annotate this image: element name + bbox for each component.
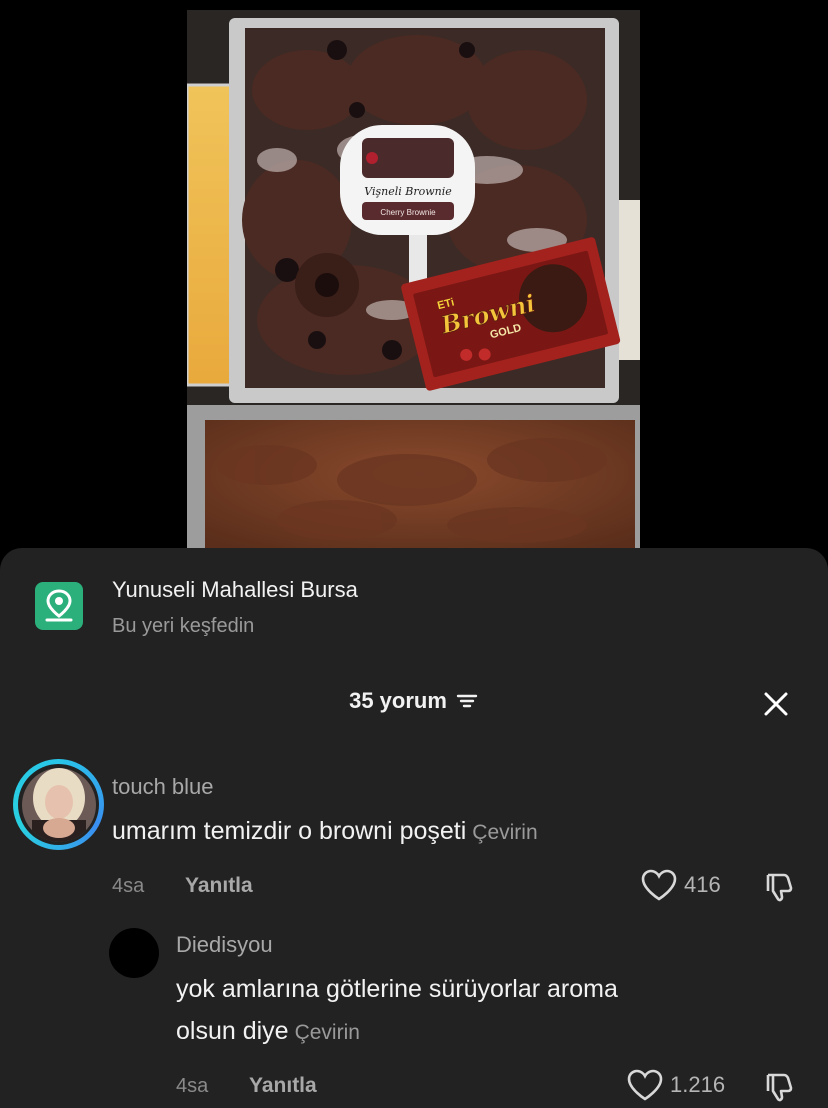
comment-username[interactable]: touch blue — [112, 774, 214, 800]
reply-button[interactable]: Yanıtla — [185, 874, 253, 898]
video-player[interactable]: Vişneli Brownie Cherry Brownie ETi Brown… — [187, 10, 640, 555]
reply-button[interactable]: Yanıtla — [249, 1074, 317, 1098]
comment-time: 4sa — [176, 1075, 209, 1097]
map-pin-icon[interactable] — [35, 582, 83, 630]
comment-text: yok amlarına götlerine sürüyorlar aroma … — [176, 968, 618, 1054]
comment-text: umarım temizdir o browni poşeti Çevirin — [112, 810, 538, 854]
location-subtitle[interactable]: Bu yeri keşfedin — [112, 615, 254, 638]
dislike-icon[interactable] — [762, 870, 796, 909]
comments-header: 35 yorum — [0, 688, 828, 714]
translate-link[interactable]: Çevirin — [472, 821, 537, 844]
heart-icon — [641, 869, 677, 901]
avatar[interactable] — [13, 759, 104, 850]
location-title[interactable]: Yunuseli Mahallesi Bursa — [112, 577, 358, 603]
comment-username[interactable]: Diedisyou — [176, 932, 273, 958]
translate-link[interactable]: Çevirin — [295, 1021, 360, 1044]
like-button[interactable]: 1.216 — [626, 1068, 725, 1102]
like-button[interactable]: 416 — [640, 868, 721, 902]
comment-body-line-2: olsun diye Çevirin — [176, 1010, 618, 1054]
like-count: 1.216 — [670, 1072, 726, 1097]
comment-body-line-2-text: olsun diye — [176, 1017, 289, 1045]
filter-icon[interactable] — [455, 691, 479, 711]
comment-count: 35 yorum — [349, 688, 447, 713]
video-frame: Vişneli Brownie Cherry Brownie ETi Brown… — [187, 10, 640, 555]
sign-text-secondary: Cherry Brownie — [380, 208, 436, 217]
comment-body: umarım temizdir o browni poşeti — [112, 817, 467, 845]
like-count: 416 — [684, 872, 721, 897]
dislike-icon[interactable] — [762, 1070, 796, 1108]
sign-text-primary: Vişneli Brownie — [364, 185, 452, 198]
comment-time: 4sa — [112, 875, 145, 897]
heart-icon — [627, 1069, 663, 1101]
comment-body-line-1: yok amlarına götlerine sürüyorlar aroma — [176, 975, 618, 1003]
avatar[interactable] — [109, 928, 159, 978]
close-icon[interactable] — [756, 684, 796, 724]
